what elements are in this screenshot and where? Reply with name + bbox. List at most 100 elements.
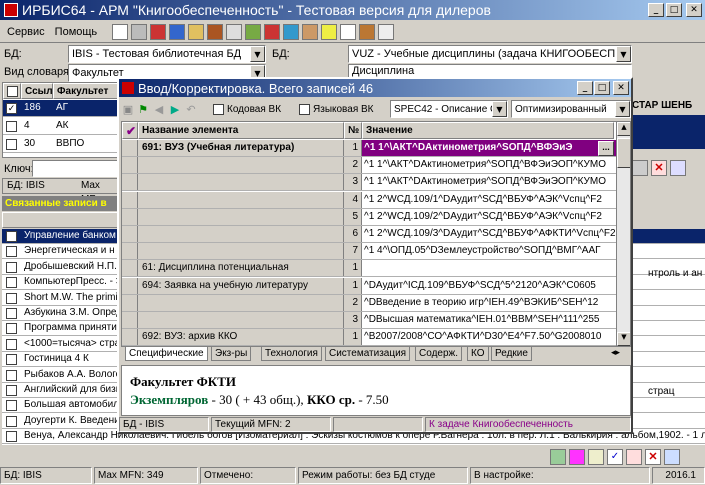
table-row[interactable]: 5 ^1 2^WСД.109/2^DАудит^SСД^ВБУФ^АЭК^Vспц… [122,208,616,226]
tab-nav-arrows-icon[interactable]: ◂▸ [611,348,620,358]
right-table-row-selected[interactable] [632,115,705,149]
tab-rare[interactable]: Редкие [491,347,532,361]
toolbar-bag-icon[interactable] [359,23,376,40]
code-vk-checkbox[interactable] [213,103,224,115]
save-icon[interactable]: ▣ [121,103,135,116]
table-row[interactable]: 3 ^DВысшая математика^IЕН.01^ВВМ^SЕН^111^… [122,312,616,329]
tab-specific[interactable]: Специфические [125,347,208,361]
col-num-header[interactable]: № [344,122,362,139]
table-row[interactable]: ✓ 186 АГ [3,100,119,117]
toolbar-edit-icon[interactable] [188,23,205,40]
field-value[interactable]: ^1 2^WСД.109/2^DАудит^SСД^ВБУФ^АЭК^Vспц^… [362,209,616,225]
checkbox[interactable] [6,338,17,350]
bottom-delete-icon[interactable]: ✕ [645,449,661,465]
col-name-header[interactable]: Название элемента [138,122,344,139]
table-row[interactable]: 691: ВУЗ (Учебная литература) 1 ^1 1^\АКТ^… [122,140,616,157]
back-arrow-icon[interactable]: ◀ [151,103,167,116]
dialog-minimize-button[interactable]: _ [577,81,593,95]
field-value[interactable]: ^DВведение в теорию игр^IЕН.49^ВЭКИБ^SЕН… [362,295,616,311]
table-row[interactable]: 694: Заявка на учебную литературу 1 ^DАуди… [122,277,616,295]
table-row[interactable]: 6 ^1 2^WСД.109/3^DАудит^SСД^ВБУФ^АФКТИ^Vс… [122,226,616,243]
toolbar-printer-icon[interactable] [131,23,148,40]
key-input[interactable] [32,160,118,177]
table-row[interactable]: 2 ^1 1^\АКТ^DАктинометрия^SОПД^ВФЭиЭОП^КУ… [122,157,616,175]
toolbar-report-icon[interactable] [340,23,357,40]
bottom-list-icon[interactable] [569,449,585,465]
tab-technology[interactable]: Технология [261,347,322,361]
checkbox[interactable] [6,369,17,381]
bottom-table-icon[interactable] [550,449,566,465]
chevron-down-icon[interactable]: ▼ [250,46,265,62]
chevron-down-icon[interactable]: ▼ [615,101,630,117]
tab-contents[interactable]: Содерж. [415,347,462,361]
field-value[interactable]: ^DАудит^IСД.109^ВБУФ^SСД^5^2120^АЭК^С060… [362,278,616,294]
table-row[interactable]: 3 ^1 1^\АКТ^DАктинометрия^SОПД^ВФЭиЭОП^КУ… [122,174,616,192]
checkbox[interactable] [6,246,17,258]
flag-icon[interactable]: ⚑ [135,103,151,116]
table-row[interactable]: 2 ^DВведение в теорию игр^IЕН.49^ВЭКИБ^SЕ… [122,294,616,312]
col-count-header[interactable]: Ссылок [21,83,53,99]
right-dict-select[interactable]: Дисциплина [348,64,632,78]
forward-arrow-icon[interactable]: ▶ [167,103,183,116]
scroll-up-arrow-icon[interactable]: ▲ [617,122,630,136]
toolbar-books-icon[interactable] [207,23,224,40]
checkbox[interactable] [6,292,17,304]
checkbox[interactable] [6,415,17,427]
field-value[interactable]: ^1 2^WСД.109/1^DАудит^SСД^ВБУФ^АЭК^Vспц^… [362,192,616,208]
bottom-print-icon[interactable] [588,449,604,465]
field-value[interactable]: ^1 1^\АКТ^DАктинометрия^SОПД^ВФЭиЭОП^КУМ… [362,174,616,190]
bottom-flag-icon[interactable] [626,449,642,465]
bottom-settings-icon[interactable] [664,449,680,465]
worksheet-select[interactable]: SPEC42 - Описание Спе ▼ [390,100,508,118]
toolbar-list-icon[interactable] [169,23,186,40]
toolbar-key-icon[interactable] [226,23,243,40]
undo-icon[interactable]: ↶ [183,103,199,116]
tab-systematization[interactable]: Систематизация [325,347,411,361]
dialog-close-button[interactable]: ✕ [613,81,629,95]
bottom-check-icon[interactable]: ✓ [607,449,623,465]
toolbar-shelf-icon[interactable] [302,23,319,40]
toolbar-book-icon[interactable] [150,23,167,40]
right-db-select[interactable]: VUZ - Учебные дисциплины (задача КНИГООБ… [348,45,632,63]
ellipsis-button[interactable]: ... [598,141,614,156]
print-icon[interactable] [632,160,648,176]
chevron-down-icon[interactable]: ▼ [492,101,507,117]
mode-select[interactable]: Оптимизированный ▼ [511,100,631,118]
table-row[interactable]: 692: ВУЗ: архив ККО 1 ^В2007/2008^СО^АФКТИ… [122,329,616,346]
checkbox[interactable]: ✓ [6,103,17,114]
checkbox-icon[interactable] [7,85,18,97]
toolbar-pages-icon[interactable] [378,23,395,40]
field-value[interactable]: ^В2007/2008^СО^АФКТИ^D30^Е4^F7.50^G20080… [362,329,616,345]
menu-help[interactable]: Помощь [50,26,103,38]
table-row[interactable]: 4 АК [3,118,119,135]
dialog-title-bar[interactable]: Ввод/Корректировка. Всего записей 46 _ □… [119,79,631,97]
toolbar-magic-icon[interactable] [321,23,338,40]
field-value[interactable]: ^1 2^WСД.109/3^DАудит^SСД^ВБУФ^АФКТИ^Vсп… [362,226,616,242]
checkbox[interactable] [6,121,17,132]
move-icon[interactable] [670,160,686,176]
checkbox[interactable] [6,400,17,412]
grid-scrollbar[interactable]: ▲ ▼ [616,122,630,346]
toolbar-doc-icon[interactable] [112,23,129,40]
checkbox[interactable] [6,354,17,366]
col-value-header[interactable]: Значение [362,122,614,139]
table-row[interactable]: 7 ^1 4^\ОПД.05^DЗемлеустройство^SОПД^ВМГ^… [122,243,616,261]
checkbox[interactable] [6,431,17,443]
toolbar-books2-icon[interactable] [245,23,262,40]
checkbox[interactable] [6,385,17,396]
tab-ko[interactable]: КО [467,347,489,361]
scroll-thumb[interactable] [617,138,630,168]
table-row[interactable]: 61: Дисциплина потенциальная 1 [122,260,616,278]
delete-icon[interactable]: ✕ [651,160,667,176]
table-row[interactable]: 4 ^1 2^WСД.109/1^DАудит^SСД^ВБУФ^АЭК^Vспц… [122,191,616,209]
lang-vk-checkbox[interactable] [299,103,311,115]
main-title-bar[interactable]: ИРБИС64 - АРМ "Книгообеспеченность" - Те… [0,0,705,20]
col-faculty-header[interactable]: Факультет [53,83,119,99]
field-value[interactable] [362,260,616,276]
checkbox[interactable] [6,323,17,335]
field-value[interactable]: ^1 1^\АКТ^DАктинометрия^SОПД^ВФЭиЭОП^КУМ… [362,157,616,173]
close-button[interactable]: ✕ [686,3,702,17]
scroll-down-arrow-icon[interactable]: ▼ [617,332,630,346]
minimize-button[interactable]: _ [648,3,664,17]
toolbar-export-icon[interactable] [264,23,281,40]
